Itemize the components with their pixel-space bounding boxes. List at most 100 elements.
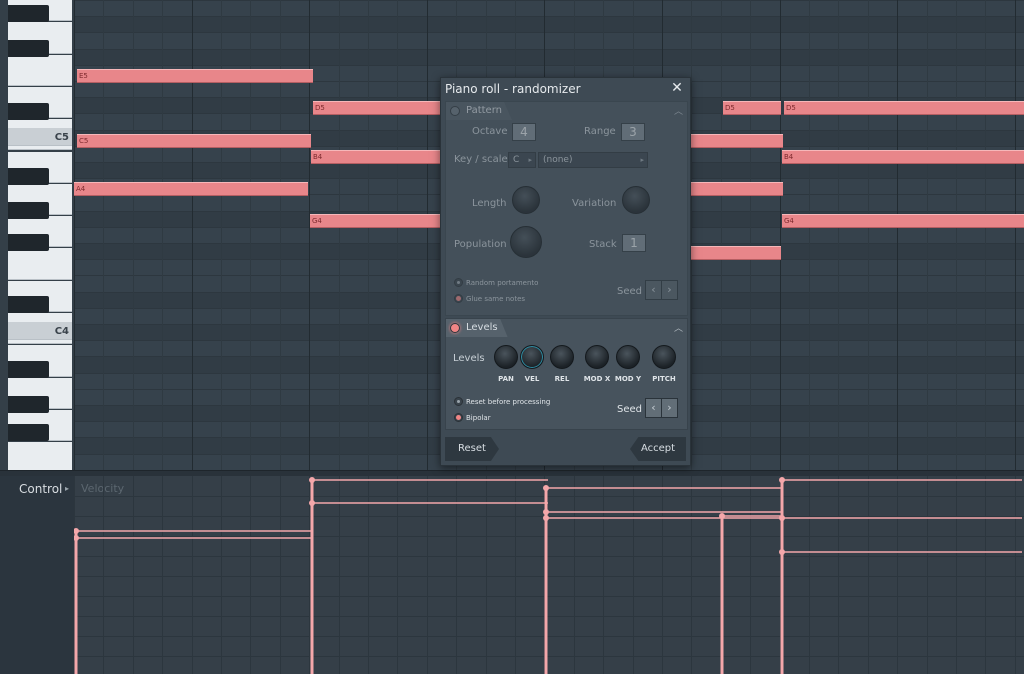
note[interactable]: D5 <box>784 101 1024 115</box>
chevron-right-icon[interactable]: › <box>661 398 678 418</box>
black-key[interactable] <box>8 234 49 251</box>
pattern-seed-control[interactable]: ‹ › <box>645 280 679 300</box>
knob-vel[interactable] <box>520 345 544 369</box>
variation-knob[interactable] <box>622 186 650 214</box>
close-icon[interactable]: ✕ <box>670 80 684 96</box>
levels-tab[interactable]: Levels <box>446 319 508 337</box>
chevron-left-icon[interactable]: ‹ <box>645 398 662 418</box>
control-menu-arrow-icon[interactable]: ▸ <box>65 484 69 493</box>
velocity-lane[interactable]: Velocity <box>74 476 1024 674</box>
stack-stepper[interactable]: 1 <box>622 234 646 252</box>
velocity-handle <box>309 500 315 506</box>
black-key[interactable] <box>8 396 49 413</box>
key-c4-label: C4 <box>54 326 69 337</box>
glue-same-notes-radio[interactable] <box>454 294 463 303</box>
key-c5[interactable]: C5 <box>8 128 72 146</box>
levels-panel: Levels ︿ Levels PAN VEL REL MOD X MOD Y PITCH… <box>445 318 688 430</box>
length-knob[interactable] <box>512 186 540 214</box>
reset-button[interactable]: Reset <box>445 437 499 461</box>
white-key[interactable] <box>8 442 72 474</box>
knob-label: VEL <box>524 375 540 383</box>
grid-row-shade <box>74 16 1024 33</box>
note[interactable]: B4 <box>311 150 443 164</box>
grid-column-line <box>691 0 693 470</box>
piano-roll-window: C5C4 E5C5A4D5B4G4D5D5B4G4 Control ▸ Velo… <box>0 0 1024 674</box>
random-portamento-radio[interactable] <box>454 278 463 287</box>
white-key[interactable] <box>8 248 72 280</box>
velocity-stems[interactable] <box>74 476 1024 674</box>
grid-column-line <box>1014 0 1016 470</box>
grid-column-line <box>838 0 840 470</box>
accept-button[interactable]: Accept <box>630 437 686 461</box>
note[interactable]: C5 <box>77 134 311 148</box>
key-c5-label: C5 <box>54 132 69 143</box>
reset-before-processing-radio[interactable] <box>454 397 463 406</box>
grid-column-line <box>926 0 928 470</box>
key-c4[interactable]: C4 <box>8 322 72 340</box>
note[interactable]: A4 <box>74 182 308 196</box>
control-label[interactable]: Control <box>19 482 62 496</box>
key-value: C <box>513 155 520 165</box>
black-key[interactable] <box>8 361 49 378</box>
chevron-left-icon[interactable]: ‹ <box>645 280 662 300</box>
black-key[interactable] <box>8 5 49 22</box>
range-stepper[interactable]: 3 <box>621 123 645 141</box>
note[interactable] <box>691 182 783 196</box>
event-editor: Control ▸ Velocity <box>0 476 1024 674</box>
white-key[interactable] <box>8 54 72 86</box>
stack-label: Stack <box>589 239 617 250</box>
levels-row-label: Levels <box>453 353 485 364</box>
grid-row-line <box>74 0 1024 1</box>
velocity-handle <box>543 509 549 515</box>
velocity-handle <box>74 535 79 541</box>
black-key[interactable] <box>8 424 49 441</box>
variation-label: Variation <box>572 198 617 209</box>
black-key[interactable] <box>8 202 49 219</box>
knob-label: PAN <box>498 375 514 383</box>
key-select[interactable]: C ▸ <box>508 152 536 168</box>
pattern-tab[interactable]: Pattern <box>446 102 512 120</box>
grid-column-line <box>368 0 369 470</box>
grid-column-line <box>897 0 899 470</box>
black-key[interactable] <box>8 296 49 313</box>
levels-tab-label: Levels <box>466 322 498 333</box>
scale-select[interactable]: (none) ▸ <box>538 152 648 168</box>
collapse-icon[interactable]: ︿ <box>674 321 683 334</box>
key-scale-label: Key / scale <box>454 154 508 165</box>
velocity-handle <box>779 515 785 521</box>
dialog-title[interactable]: Piano roll - randomizer <box>445 82 581 96</box>
levels-toggle[interactable] <box>450 323 460 333</box>
note[interactable]: G4 <box>782 214 1024 228</box>
knob-mod-x[interactable] <box>585 345 609 369</box>
levels-seed-control[interactable]: ‹ › <box>645 398 679 418</box>
note[interactable]: E5 <box>77 69 313 83</box>
grid-column-line <box>426 0 428 470</box>
knob-rel[interactable] <box>550 345 574 369</box>
bipolar-radio[interactable] <box>454 413 463 422</box>
grid-column-line <box>956 0 957 470</box>
pattern-toggle[interactable] <box>450 106 460 116</box>
grid-column-line <box>867 0 869 470</box>
collapse-icon[interactable]: ︿ <box>674 104 683 117</box>
knob-pitch[interactable] <box>652 345 676 369</box>
knob-mod-y[interactable] <box>616 345 640 369</box>
note[interactable]: B4 <box>782 150 1024 164</box>
note[interactable] <box>691 246 781 260</box>
note[interactable]: D5 <box>313 101 443 115</box>
population-knob[interactable] <box>510 226 542 258</box>
note[interactable] <box>691 134 783 148</box>
knob-label: PITCH <box>652 375 676 383</box>
black-key[interactable] <box>8 40 49 57</box>
knob-pan[interactable] <box>494 345 518 369</box>
grid-column-line <box>338 0 340 470</box>
note[interactable]: D5 <box>723 101 781 115</box>
velocity-handle <box>543 515 549 521</box>
grid-column-line <box>720 0 722 470</box>
chevron-right-icon[interactable]: › <box>661 280 678 300</box>
scale-value: (none) <box>543 155 573 165</box>
note[interactable]: G4 <box>310 214 443 228</box>
glue-same-notes-label: Glue same notes <box>466 295 526 303</box>
black-key[interactable] <box>8 168 49 185</box>
octave-stepper[interactable]: 4 <box>512 123 536 141</box>
black-key[interactable] <box>8 103 49 120</box>
